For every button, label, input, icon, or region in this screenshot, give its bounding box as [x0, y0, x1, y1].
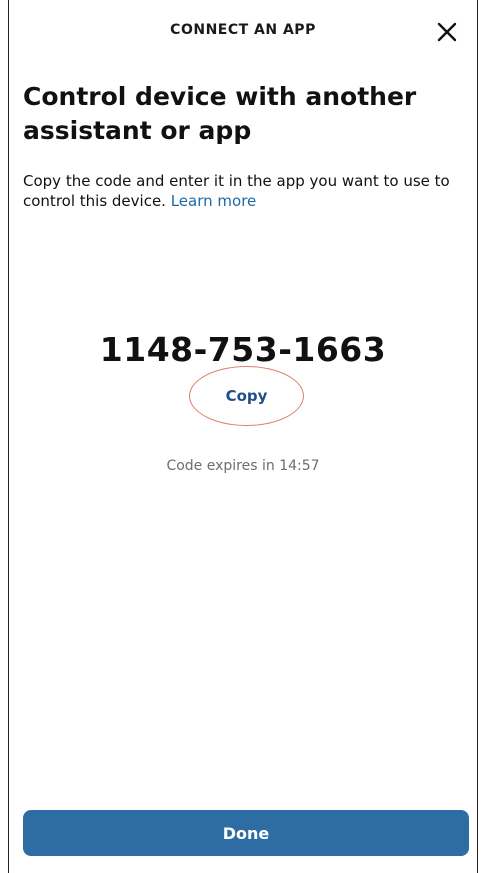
done-button-label: Done [222, 823, 270, 843]
page-title: CONNECT AN APP [170, 22, 316, 38]
header: CONNECT AN APP [9, 0, 477, 62]
code-expiry-text: Code expires in 14:57 [166, 458, 320, 474]
copy-button-label: Copy [225, 387, 268, 405]
description-text: Copy the code and enter it in the app yo… [23, 171, 461, 211]
pairing-code: 1148-753-1663 [99, 330, 387, 369]
main-heading: Control device with another assistant or… [23, 82, 417, 145]
close-button[interactable] [429, 14, 465, 50]
app-screen: CONNECT AN APP Control device with anoth… [8, 0, 478, 873]
learn-more-link[interactable]: Learn more [171, 192, 257, 210]
close-icon [437, 22, 457, 42]
done-button[interactable]: Done [23, 810, 469, 856]
copy-button[interactable]: Copy [189, 366, 304, 426]
